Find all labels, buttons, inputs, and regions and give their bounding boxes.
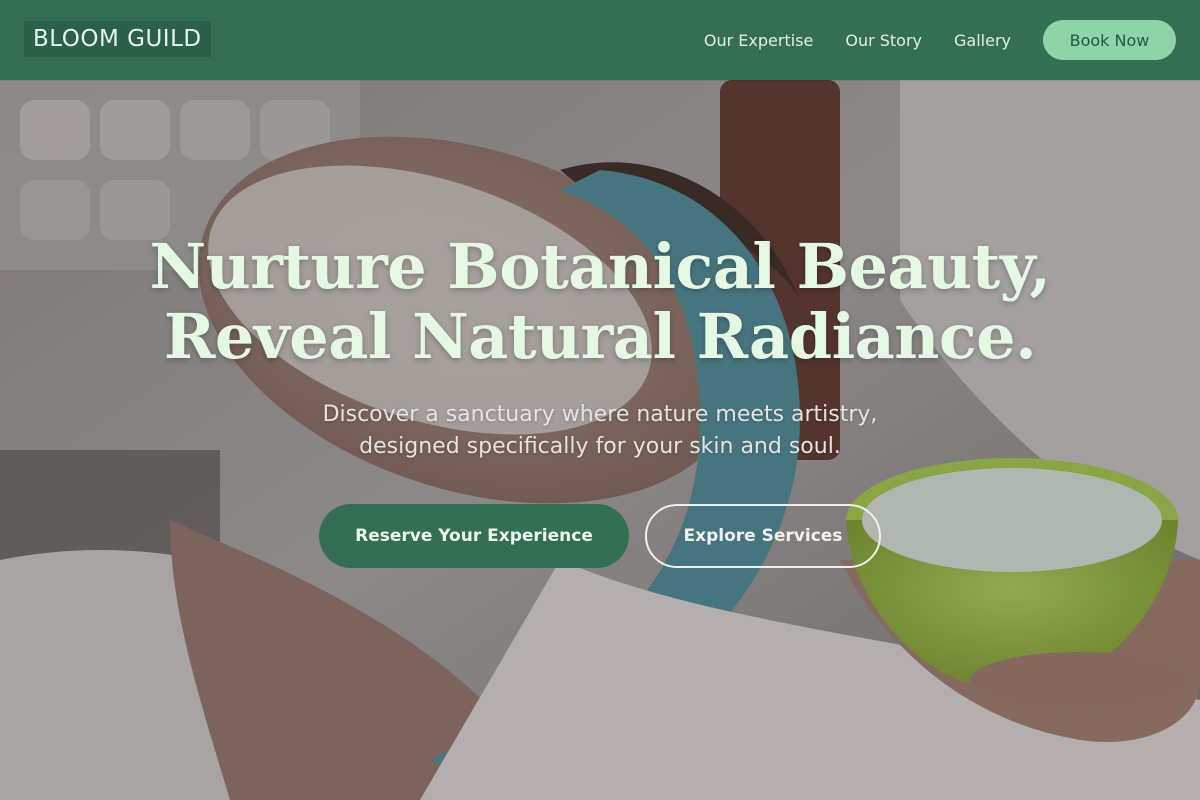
nav-link-our-expertise[interactable]: Our Expertise [704, 31, 813, 50]
hero-headline-line-2: Reveal Natural Radiance. [163, 300, 1037, 373]
hero-subtitle: Discover a sanctuary where nature meets … [0, 399, 1200, 463]
hero-subtitle-line-1: Discover a sanctuary where nature meets … [322, 402, 878, 427]
book-now-button[interactable]: Book Now [1043, 20, 1176, 60]
reserve-experience-button[interactable]: Reserve Your Experience [319, 504, 629, 568]
nav-link-our-story[interactable]: Our Story [845, 31, 922, 50]
main-nav: Our Expertise Our Story Gallery [672, 0, 1011, 80]
hero-subtitle-line-2: designed specifically for your skin and … [359, 434, 841, 459]
top-navbar: BLOOM GUILD Our Expertise Our Story Gall… [0, 0, 1200, 80]
hero-headline: Nurture Botanical Beauty, Reveal Natural… [0, 232, 1200, 372]
hero-headline-line-1: Nurture Botanical Beauty, [149, 230, 1051, 303]
explore-services-button[interactable]: Explore Services [645, 504, 881, 568]
brand-logo[interactable]: BLOOM GUILD [24, 21, 211, 57]
nav-link-gallery[interactable]: Gallery [954, 31, 1011, 50]
